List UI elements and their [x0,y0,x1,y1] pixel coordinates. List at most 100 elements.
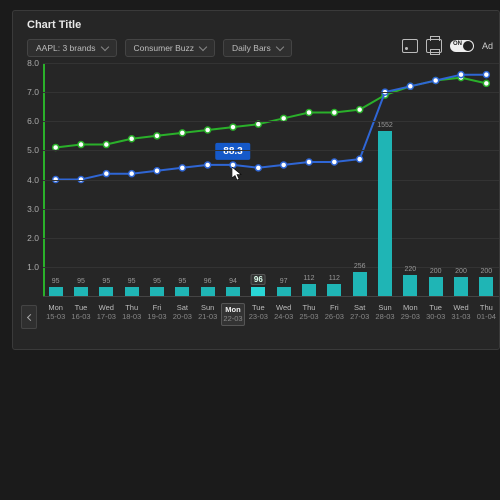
data-point[interactable] [154,133,160,139]
toggle-ad[interactable]: ON [450,40,474,52]
data-point[interactable] [205,127,211,133]
data-point[interactable] [179,130,185,136]
toggle-state-label: ON [453,41,462,47]
gridline [43,150,499,151]
x-tick-label[interactable]: Wed31-03 [449,303,473,322]
y-tick-label: 3.0 [19,204,39,214]
dropdown-brands-label: AAPL: 3 brands [36,43,96,53]
y-tick-label: 6.0 [19,116,39,126]
bar[interactable] [175,287,189,296]
x-tick-label[interactable]: Thu01-04 [474,303,498,322]
bar[interactable] [454,277,468,296]
x-tick-label[interactable]: Mon29-03 [398,303,422,322]
data-point[interactable] [230,124,236,130]
data-point[interactable] [154,168,160,174]
bar-value-label: 97 [280,278,288,285]
bar-value-label: 94 [229,278,237,285]
data-point[interactable] [483,72,489,78]
bar[interactable] [201,287,215,296]
printer-icon[interactable] [426,39,442,53]
data-point[interactable] [281,162,287,168]
bar-value-label: 200 [455,268,467,275]
x-tick-label[interactable]: Tue30-03 [424,303,448,322]
gridline [43,63,499,64]
data-point[interactable] [103,171,109,177]
gridline [43,238,499,239]
data-point[interactable] [129,136,135,142]
x-tick-label[interactable]: Tue16-03 [69,303,93,322]
bar-value-label: 95 [128,278,136,285]
x-tick-label[interactable]: Wed17-03 [94,303,118,322]
line-series[interactable] [56,75,487,180]
bar[interactable] [302,284,316,296]
bar-value-label: 200 [480,268,492,275]
dropdown-agg-label: Daily Bars [232,43,271,53]
x-tick-label[interactable]: Mon15-03 [44,303,68,322]
chevron-down-icon [199,43,207,51]
chevron-down-icon [100,43,108,51]
bar[interactable] [150,287,164,296]
x-tick-label[interactable]: Mon22-03 [221,303,245,326]
data-point[interactable] [306,110,312,116]
data-point[interactable] [205,162,211,168]
dropdown-agg[interactable]: Daily Bars [223,39,292,57]
bar-value-label: 112 [329,275,340,282]
x-tick-label[interactable]: Wed24-03 [272,303,296,322]
data-point[interactable] [483,80,489,86]
chart-panel: Chart Title AAPL: 3 brands Consumer Buzz… [12,10,500,350]
plot-area[interactable]: 88.3 1.02.03.04.05.06.07.08.095959595959… [43,63,499,297]
bar[interactable] [226,287,240,296]
bar[interactable] [277,287,291,296]
bar-value-label: 95 [178,278,186,285]
x-tick-label[interactable]: Fri19-03 [145,303,169,322]
data-point[interactable] [331,159,337,165]
x-tick-label[interactable]: Sun28-03 [373,303,397,322]
toggle-label: Ad [482,41,493,51]
bar[interactable] [353,272,367,296]
data-point[interactable] [407,83,413,89]
bar[interactable] [403,275,417,296]
x-tick-label[interactable]: Sat27-03 [348,303,372,322]
bar[interactable] [378,131,392,296]
bar[interactable] [327,284,341,296]
data-point[interactable] [103,142,109,148]
x-tick-label[interactable]: Thu18-03 [120,303,144,322]
toggle-knob [463,41,473,51]
x-axis: Mon15-03Tue16-03Wed17-03Thu18-03Fri19-03… [43,299,499,339]
bar[interactable] [99,287,113,296]
data-point[interactable] [129,171,135,177]
bar[interactable] [125,287,139,296]
data-point[interactable] [78,142,84,148]
data-point[interactable] [458,72,464,78]
gridline [43,209,499,210]
bar[interactable] [479,277,493,296]
cast-icon[interactable] [402,39,418,53]
bar[interactable] [49,287,63,296]
x-tick-label[interactable]: Sat20-03 [170,303,194,322]
data-point[interactable] [357,107,363,113]
data-point[interactable] [179,165,185,171]
x-tick-label[interactable]: Tue23-03 [246,303,270,322]
x-tick-label[interactable]: Sun21-03 [196,303,220,322]
y-tick-label: 4.0 [19,175,39,185]
x-tick-label[interactable]: Thu25-03 [297,303,321,322]
data-point[interactable] [255,165,261,171]
bar-value-label: 95 [102,278,110,285]
data-point[interactable] [306,159,312,165]
data-point[interactable] [331,110,337,116]
bar[interactable] [429,277,443,296]
bar-value-label: 95 [77,278,85,285]
data-point[interactable] [357,156,363,162]
dropdown-metric[interactable]: Consumer Buzz [125,39,215,57]
bar-value-label: 112 [303,275,314,282]
bar-value-label: 95 [52,278,60,285]
scroll-left-button[interactable] [21,305,37,329]
y-tick-label: 1.0 [19,262,39,272]
bar[interactable] [251,287,265,296]
bar[interactable] [74,287,88,296]
dropdown-brands[interactable]: AAPL: 3 brands [27,39,117,57]
data-point[interactable] [433,77,439,83]
line-series[interactable] [56,78,487,148]
gridline [43,180,499,181]
x-tick-label[interactable]: Fri26-03 [322,303,346,322]
